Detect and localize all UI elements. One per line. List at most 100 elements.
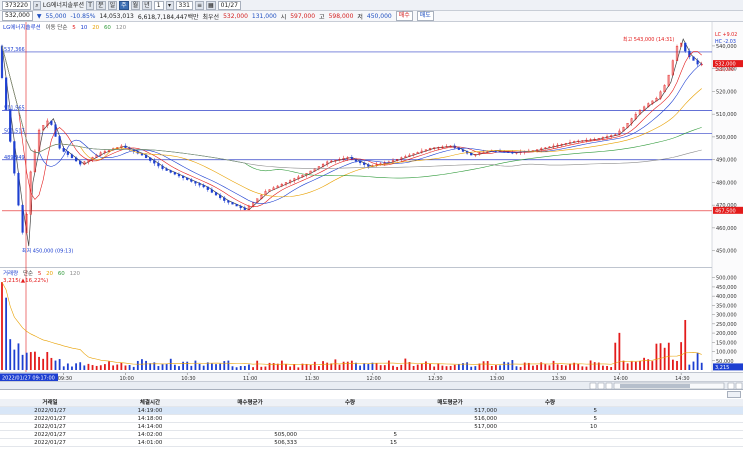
- tool-t-button[interactable]: T: [86, 0, 95, 10]
- volume-legend-ma60: 60: [57, 271, 65, 277]
- volume-bar: [503, 361, 506, 370]
- cell-empty: [700, 415, 743, 422]
- volume-bar: [318, 366, 320, 370]
- volume-value: 14,053,013: [99, 12, 134, 20]
- candle-body: [161, 165, 164, 169]
- volume-bar: [367, 363, 370, 370]
- price-y-tick-label: 460,000: [716, 226, 737, 232]
- volume-bar: [453, 364, 456, 370]
- cell-empty: [600, 431, 700, 438]
- candle-body: [58, 136, 61, 149]
- legend-ma10: 10: [80, 25, 88, 31]
- volume-bar: [626, 363, 629, 370]
- cell-buy-avg: [200, 407, 300, 414]
- stock-code-input[interactable]: 373220: [2, 0, 31, 10]
- table-row[interactable]: 2022/01/27 14:14:00 517,000 10: [0, 423, 743, 431]
- menu-icon[interactable]: ≡: [194, 0, 204, 10]
- cell-empty: [700, 431, 743, 438]
- candle-body: [227, 200, 230, 203]
- volume-bar: [289, 366, 292, 370]
- tool-week-button[interactable]: 주: [119, 0, 129, 10]
- date-input[interactable]: 01/27: [217, 0, 241, 10]
- volume-bar: [29, 352, 32, 370]
- volume-bar: [149, 363, 152, 370]
- scroll-thumb[interactable]: [620, 384, 690, 388]
- volume-bar: [379, 365, 382, 370]
- search-icon[interactable]: ⌕: [32, 0, 41, 10]
- volume-bar: [355, 362, 357, 370]
- cell-sell-avg: [400, 431, 500, 438]
- down-arrow-icon: ▼: [36, 12, 42, 20]
- price-chart-svg: 540,000530,000520,000510,000500,000490,0…: [0, 22, 743, 268]
- volume-bar: [523, 362, 526, 370]
- chart-scrollbar[interactable]: [0, 381, 743, 390]
- table-row[interactable]: 2022/01/27 14:18:00 516,000 5: [0, 415, 743, 423]
- volume-bar: [630, 361, 633, 370]
- header-empty-2: [700, 399, 743, 406]
- volume-bar: [91, 365, 94, 370]
- price-y-tick-label: 490,000: [716, 158, 737, 164]
- candle-body: [79, 160, 82, 165]
- open-label: 시: [280, 13, 287, 21]
- volume-bar: [87, 363, 90, 370]
- left-level-label: 501,517: [4, 128, 25, 134]
- sell-button[interactable]: 매도: [416, 11, 434, 21]
- volume-bar: [83, 365, 86, 370]
- tool-day-button[interactable]: 일: [107, 0, 118, 10]
- buy-button[interactable]: 매수: [395, 11, 413, 21]
- table-toolbar-button[interactable]: [727, 391, 741, 398]
- volume-bar: [54, 360, 57, 370]
- tool-year-button[interactable]: 년: [142, 0, 152, 10]
- volume-bar: [350, 360, 353, 370]
- volume-bar: [194, 360, 197, 370]
- candle-body: [206, 186, 209, 190]
- table-row[interactable]: 2022/01/27 14:02:00 505,000 5: [0, 431, 743, 439]
- volume-bar: [416, 364, 419, 370]
- price-chart-panel[interactable]: LG에너지솔루션 이동 단순 5 10 20 60 120 540,000 530…: [0, 22, 743, 268]
- header-sell-avg: 매도평균가: [437, 400, 463, 406]
- volume-bar: [71, 366, 73, 370]
- candle-body: [70, 154, 74, 159]
- candle-body: [190, 179, 193, 182]
- interval-input[interactable]: 1: [153, 0, 164, 10]
- volume-bar: [684, 319, 687, 370]
- price-line: [1, 38, 702, 247]
- candle-body: [124, 145, 127, 149]
- table-row[interactable]: 2022/01/27 14:19:00 517,000 5: [0, 407, 743, 415]
- volume-bar: [280, 360, 283, 370]
- legend-ma-label: 이동 단순: [45, 25, 68, 31]
- legend-title: LG에너지솔루션: [3, 25, 41, 31]
- calendar-icon[interactable]: ▦: [206, 0, 216, 10]
- cell-sell-avg: 517,000: [474, 408, 497, 414]
- candle-body: [239, 205, 242, 209]
- volume-bar: [429, 363, 431, 370]
- volume-bar: [392, 365, 394, 370]
- cell-empty: [600, 439, 700, 446]
- candle-body: [9, 109, 12, 142]
- candle-body: [186, 177, 189, 180]
- volume-bar: [173, 364, 176, 370]
- tool-minute-button[interactable]: 분: [96, 0, 106, 10]
- volume-bar: [387, 360, 390, 370]
- volume-y-tick-label: 450,000: [716, 285, 737, 291]
- count-input[interactable]: 331: [175, 0, 193, 10]
- volume-bar: [330, 363, 333, 370]
- volume-legend-ma5: 5: [37, 271, 42, 277]
- volume-bar: [235, 367, 238, 370]
- price-y-tick-label: 510,000: [716, 112, 737, 118]
- volume-bar: [202, 365, 205, 370]
- volume-bar: [132, 366, 135, 370]
- volume-bar: [552, 360, 555, 370]
- chevron-down-icon[interactable]: ▾: [165, 0, 174, 10]
- change-rate: -10.85%: [70, 12, 96, 20]
- table-row[interactable]: 2022/01/27 14:01:00 506,333 15: [0, 439, 743, 447]
- candle-body: [66, 151, 69, 155]
- volume-bar: [680, 342, 683, 370]
- volume-moving-average: [1, 281, 702, 366]
- volume-bar: [252, 367, 254, 370]
- stock-name: LG에너지솔루션: [42, 1, 85, 9]
- volume-bar: [5, 297, 8, 370]
- header-empty-1: [600, 399, 700, 406]
- volume-chart-panel[interactable]: 거래량 단순 5 20 60 120 3,215(▲16,22%) 500,00…: [0, 268, 743, 372]
- tool-month-button[interactable]: 월: [130, 0, 141, 10]
